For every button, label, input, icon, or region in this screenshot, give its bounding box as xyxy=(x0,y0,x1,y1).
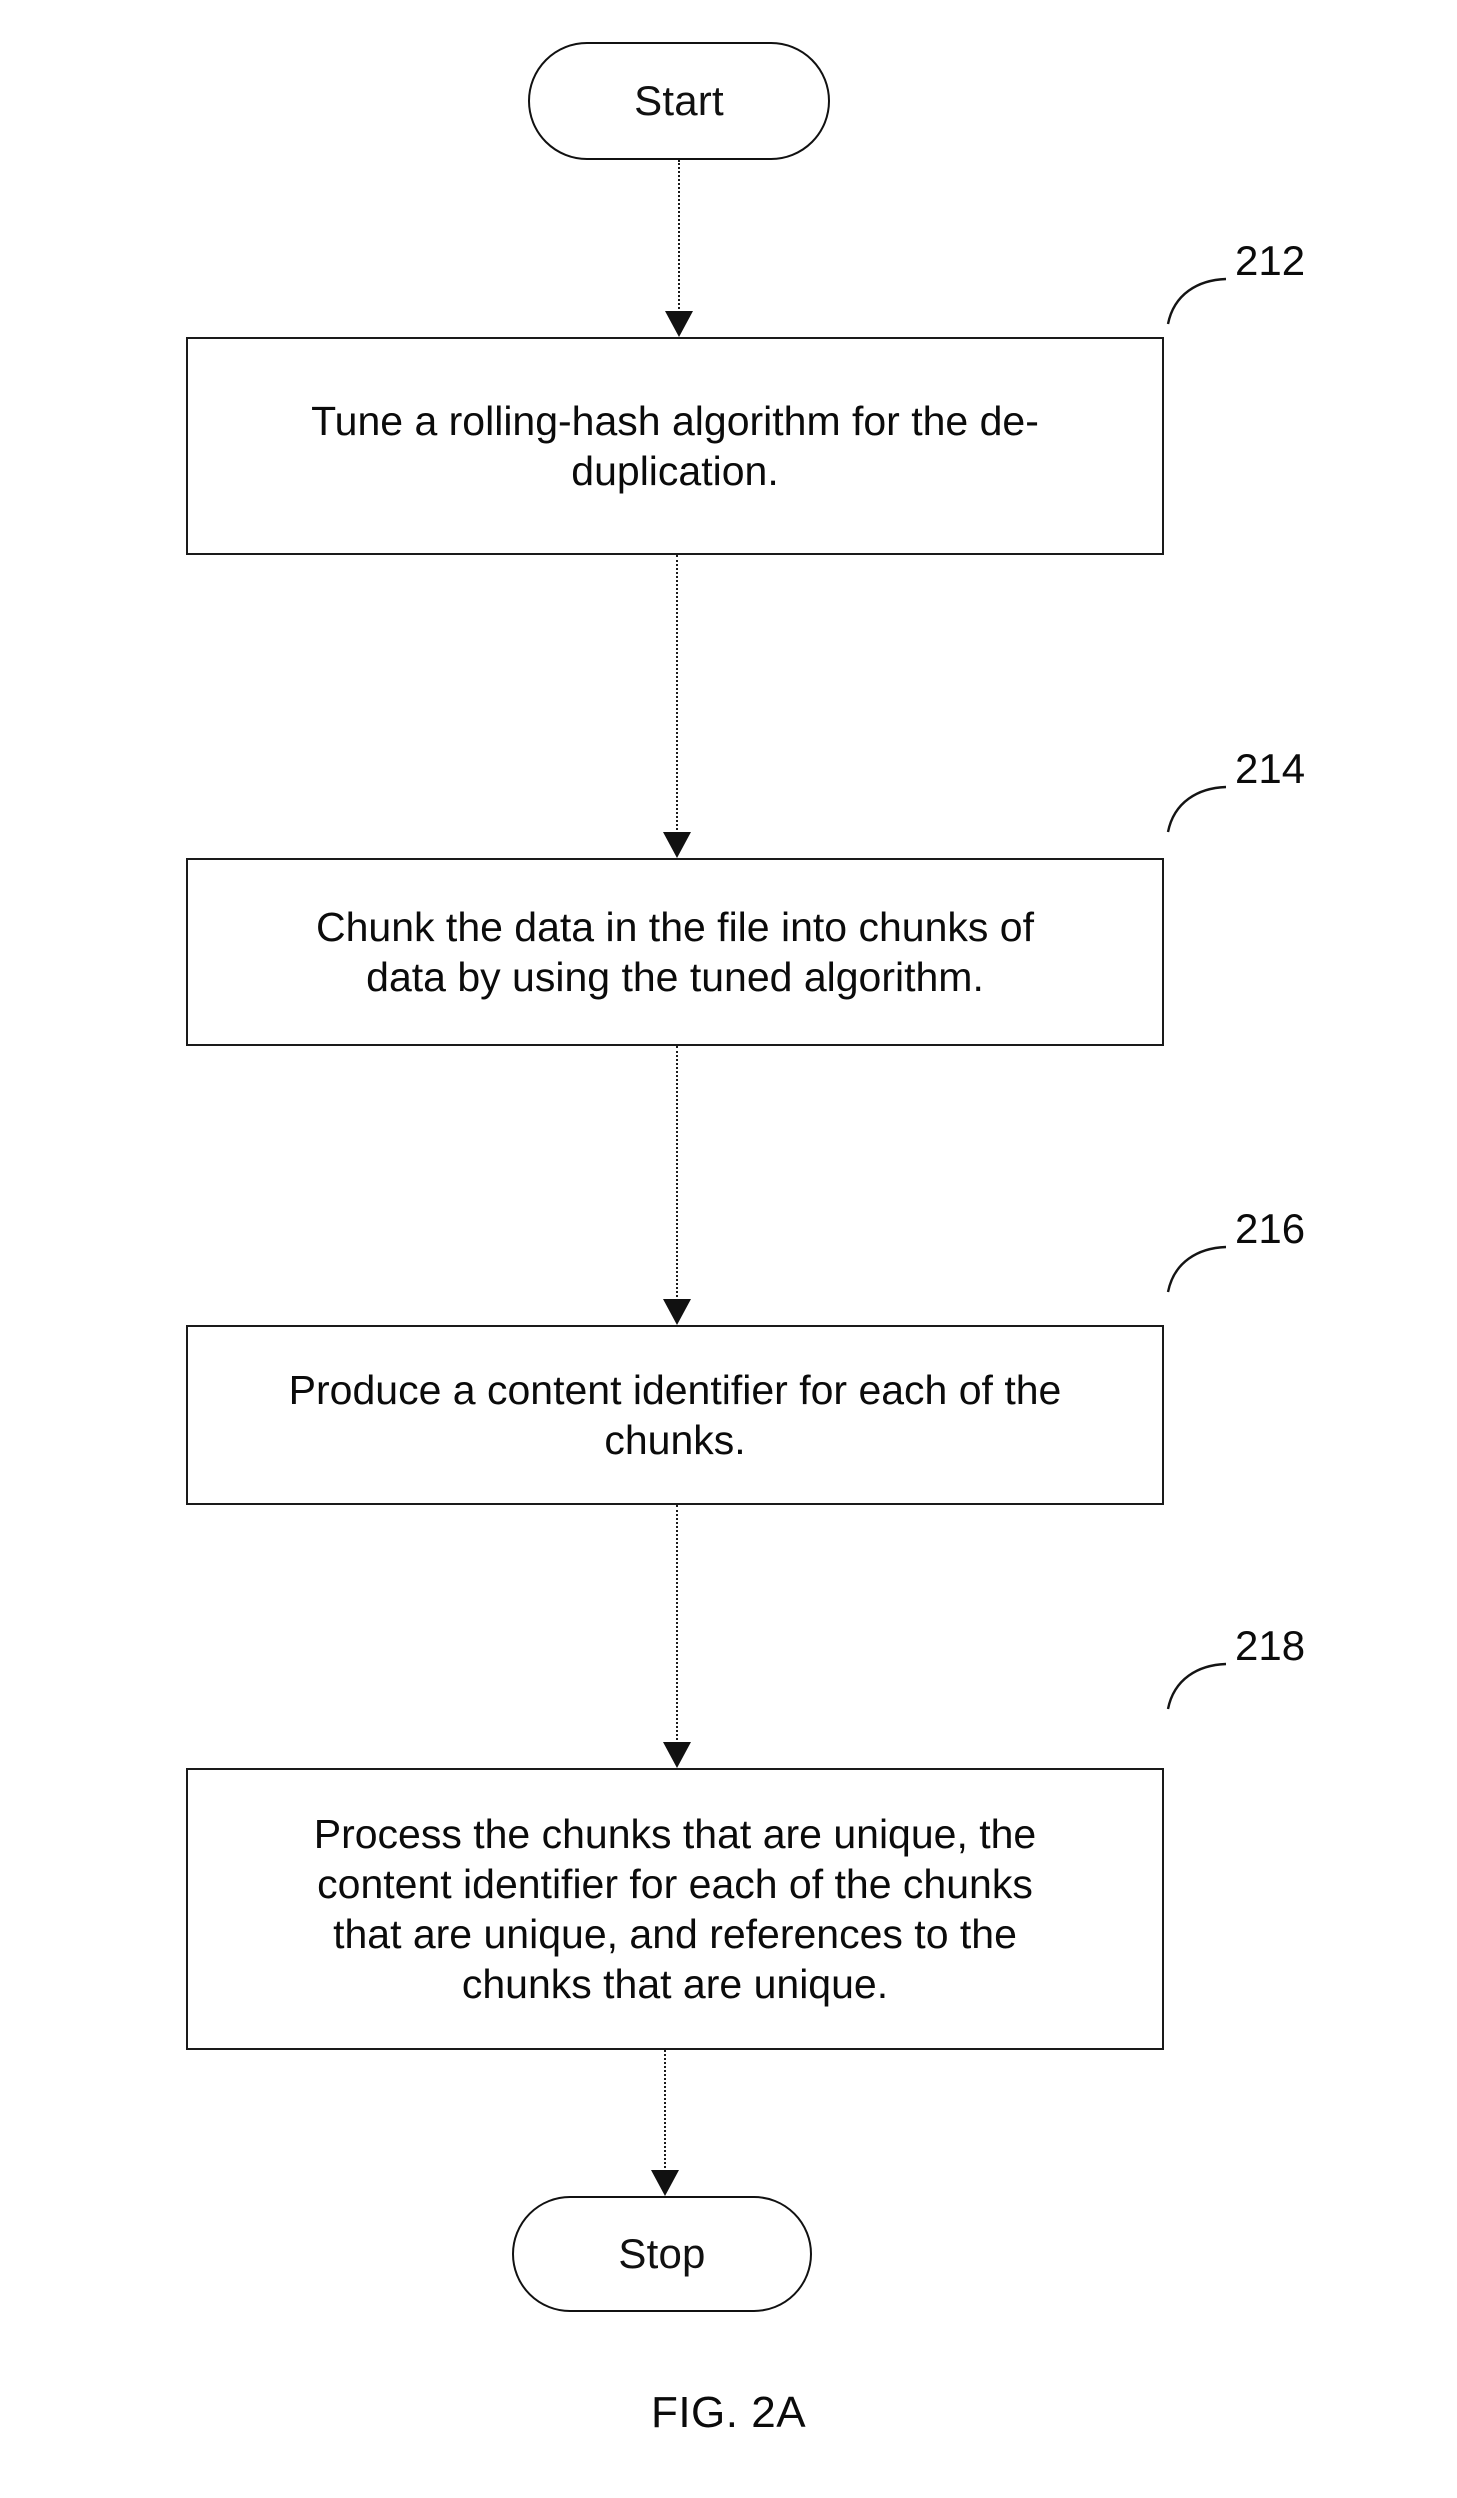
node-stop-label: Stop xyxy=(618,2230,706,2277)
flowchart-step-212-label: Tune a rolling-hash algorithm for the de… xyxy=(311,397,1039,494)
reference-numeral-218: 218 xyxy=(1235,1622,1306,1669)
connector-line xyxy=(676,555,678,834)
flowchart-step-214: Chunk the data in the file into chunks o… xyxy=(186,858,1164,1046)
flowchart-step-212: Tune a rolling-hash algorithm for the de… xyxy=(186,337,1164,555)
connector-arrowhead-icon xyxy=(663,1742,691,1768)
flowchart-step-218-label: Process the chunks that are unique, the … xyxy=(313,1810,1037,2008)
reference-leader-line-218 xyxy=(1166,1659,1228,1711)
flowchart-connector-216-to-218 xyxy=(660,1505,694,1768)
connector-arrowhead-icon xyxy=(651,2170,679,2196)
connector-arrowhead-icon xyxy=(665,311,693,337)
flowchart-step-214-label: Chunk the data in the file into chunks o… xyxy=(316,903,1034,1000)
reference-numeral-216: 216 xyxy=(1235,1205,1306,1252)
flowchart-connector-218-to-stop xyxy=(648,2050,682,2196)
connector-arrowhead-icon xyxy=(663,1299,691,1325)
node-start-label: Start xyxy=(634,77,724,124)
connector-line xyxy=(664,2050,666,2172)
reference-leader-line-216 xyxy=(1166,1242,1228,1294)
flowchart-step-218: Process the chunks that are unique, the … xyxy=(186,1768,1164,2050)
flowchart-connector-start-to-212 xyxy=(662,160,696,337)
reference-numeral-212: 212 xyxy=(1235,237,1306,284)
flowchart-node-stop: Stop xyxy=(512,2196,812,2312)
reference-leader-line-212 xyxy=(1166,274,1228,326)
reference-leader-line-214 xyxy=(1166,782,1228,834)
flowchart-connector-212-to-214 xyxy=(660,555,694,858)
connector-arrowhead-icon xyxy=(663,832,691,858)
flowchart-step-216-label: Produce a content identifier for each of… xyxy=(288,1366,1062,1463)
flowchart-connector-214-to-216 xyxy=(660,1046,694,1325)
figure-caption: FIG. 2A xyxy=(650,2388,807,2437)
flowchart-step-216: Produce a content identifier for each of… xyxy=(186,1325,1164,1505)
patent-figure-page: Start Stop Tune a rolling-hash algorithm… xyxy=(0,0,1457,2498)
connector-line xyxy=(678,160,680,313)
flowchart-node-start: Start xyxy=(528,42,830,160)
reference-numeral-214: 214 xyxy=(1235,745,1306,792)
connector-line xyxy=(676,1505,678,1744)
connector-line xyxy=(676,1046,678,1301)
